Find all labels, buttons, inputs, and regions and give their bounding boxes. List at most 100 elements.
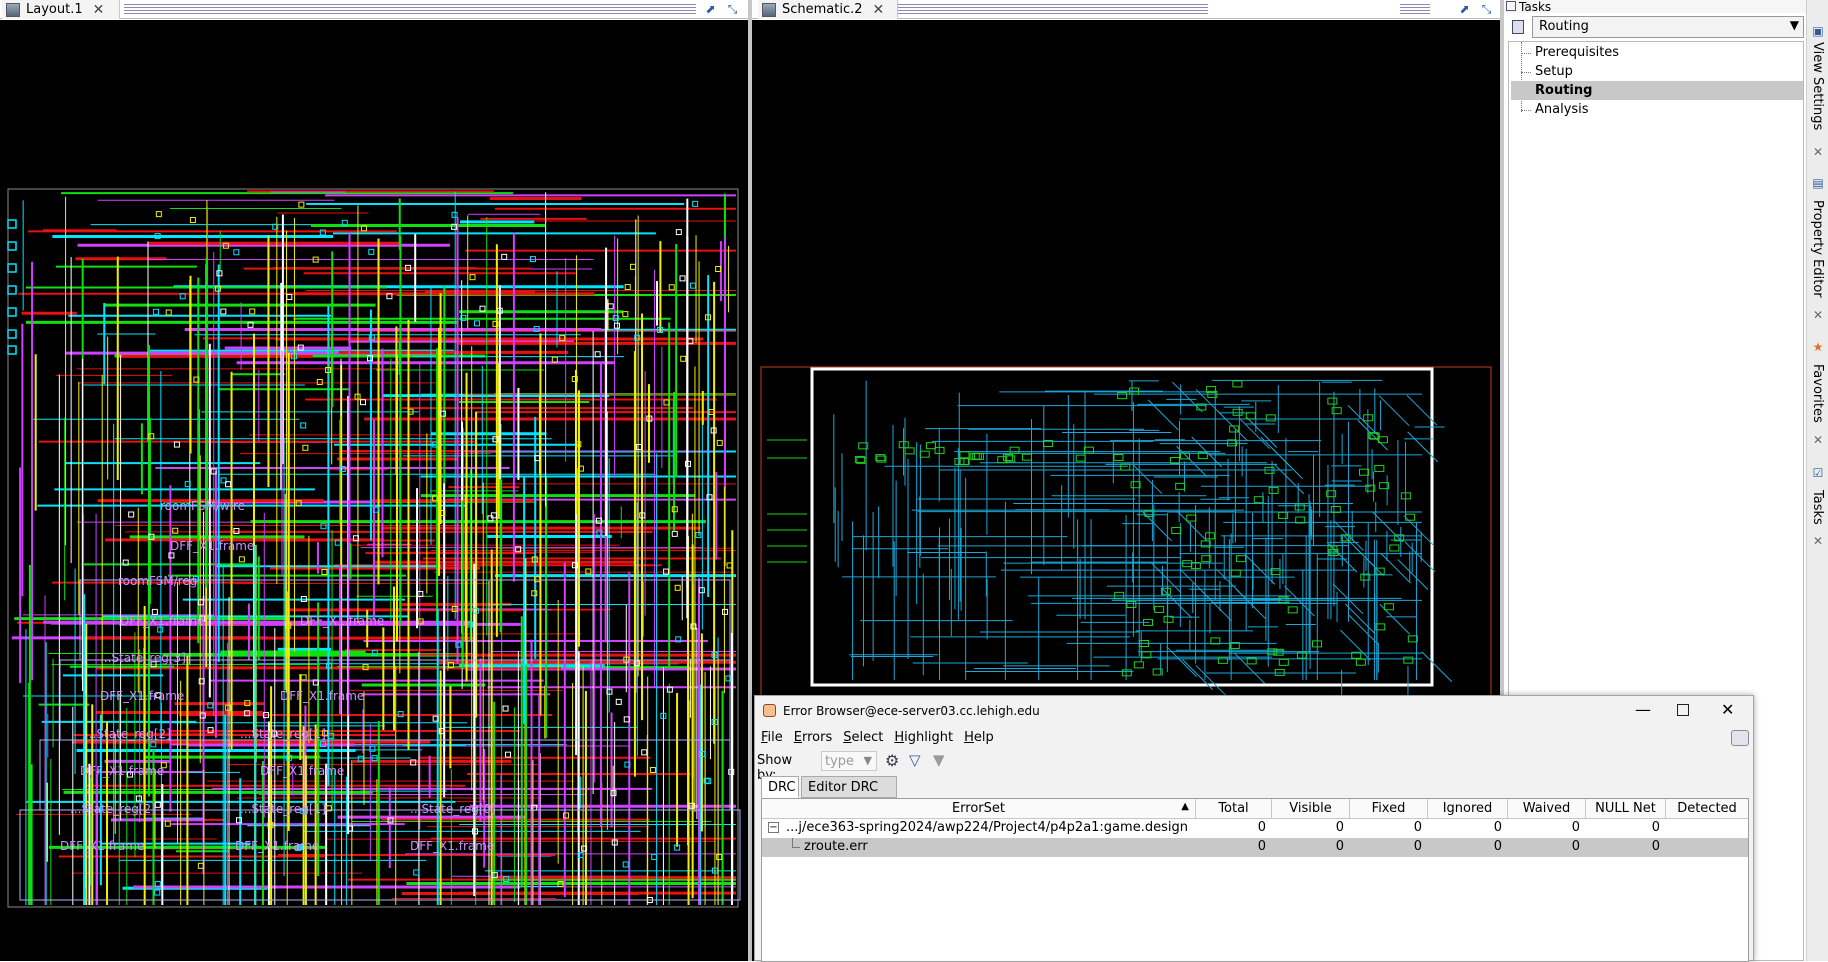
menu-file[interactable]: File — [755, 726, 788, 748]
via — [622, 311, 629, 318]
menu-help[interactable]: Help — [958, 726, 999, 748]
collapse-icon[interactable]: − — [768, 822, 779, 833]
layout-tabbar: Layout.1 ✕ ⬈ ⤡ — [0, 0, 748, 19]
error-browser-titlebar[interactable]: Error Browser@ece-server03.cc.lehigh.edu… — [755, 696, 1753, 726]
undock-icon[interactable]: ⬈ — [1456, 1, 1473, 17]
side-tab-favorites[interactable]: Favorites — [1810, 364, 1825, 423]
net-wire — [1421, 651, 1453, 683]
col-errorset[interactable]: ErrorSet ▲ — [762, 799, 1196, 819]
property-editor-icon[interactable]: ▤ — [1811, 176, 1825, 190]
task-prerequisites[interactable]: Prerequisites — [1533, 45, 1619, 63]
cell-label: DFF_X1.frame — [410, 839, 494, 853]
star-icon[interactable]: ★ — [1811, 340, 1825, 354]
io-pin — [7, 219, 17, 229]
net-wire — [1272, 448, 1303, 479]
maximize-icon[interactable]: ⤡ — [1478, 1, 1495, 17]
via — [298, 201, 305, 208]
col-waived[interactable]: Waived — [1508, 799, 1586, 819]
logic-gate — [1114, 591, 1125, 599]
gear-icon[interactable]: ⚙ — [885, 751, 899, 770]
filter-icon[interactable]: ▽ — [909, 751, 921, 769]
task-routing[interactable]: Routing — [1533, 83, 1592, 101]
close-window-icon[interactable]: ✕ — [1721, 700, 1734, 719]
table-row[interactable]: − ...j/ece363-spring2024/awp224/Project4… — [762, 819, 1748, 838]
logic-gate — [1383, 603, 1394, 611]
tab-layout[interactable]: Layout.1 ✕ — [2, 0, 120, 19]
via — [152, 308, 159, 315]
flow-select-value: Routing — [1539, 19, 1589, 34]
maximize-window-icon[interactable] — [1677, 704, 1689, 716]
col-detected[interactable]: Detected — [1666, 799, 1748, 819]
task-setup[interactable]: Setup — [1533, 64, 1573, 82]
via — [613, 322, 620, 329]
side-tab-view-settings[interactable]: View Settings — [1810, 42, 1825, 130]
close-icon[interactable]: ✕ — [873, 2, 885, 18]
tasks-title: Tasks — [1519, 0, 1552, 14]
via — [321, 569, 328, 576]
net-wire — [1239, 418, 1271, 450]
close-icon[interactable]: ✕ — [93, 2, 105, 18]
logic-gate — [1236, 555, 1247, 563]
net-wire — [1340, 629, 1371, 661]
side-tab-property-editor[interactable]: Property Editor — [1810, 200, 1825, 298]
undock-icon[interactable]: ⬈ — [702, 1, 719, 17]
logic-gate — [1205, 532, 1216, 540]
tasks-icon[interactable]: ☑ — [1811, 466, 1825, 480]
table-row[interactable]: zroute.err 0 0 0 0 0 0 — [762, 838, 1748, 857]
view-settings-icon[interactable]: ▣ — [1811, 24, 1825, 38]
via — [474, 320, 481, 327]
side-tab-tasks[interactable]: Tasks — [1810, 490, 1825, 525]
via — [164, 820, 171, 827]
menu-select[interactable]: Select — [837, 726, 888, 748]
col-ignored[interactable]: Ignored — [1428, 799, 1508, 819]
logic-gate — [1358, 468, 1369, 476]
layout-canvas[interactable]: roomFSM/wire DFF_X1.frame roomFSM/reg DFF_X… — [0, 20, 748, 961]
dropdown-arrow-icon[interactable]: ▼ — [1790, 18, 1799, 32]
logic-gate — [1182, 560, 1193, 568]
cell-label: DFF_X1.frame — [260, 764, 344, 778]
tab-drc[interactable]: DRC — [761, 776, 799, 798]
logic-gate — [1294, 503, 1305, 511]
logic-gate — [1230, 569, 1241, 577]
via — [155, 211, 162, 218]
close-icon[interactable]: ✕ — [1813, 534, 1823, 548]
col-fixed[interactable]: Fixed — [1350, 799, 1428, 819]
via — [622, 861, 629, 868]
task-analysis[interactable]: Analysis — [1533, 102, 1589, 120]
clear-filter-icon[interactable]: ▼ — [933, 751, 945, 769]
cell-label: DFF_X1.frame — [280, 689, 364, 703]
via — [413, 869, 420, 876]
via — [505, 751, 512, 758]
col-total[interactable]: Total — [1196, 799, 1272, 819]
menu-errors[interactable]: Errors — [788, 726, 837, 748]
schematic-icon — [762, 2, 776, 17]
maximize-icon[interactable]: ⤡ — [724, 1, 741, 17]
cell-label: roomFSM/wire — [160, 499, 245, 513]
logic-gate — [1232, 380, 1243, 388]
logic-gate — [1374, 464, 1385, 472]
close-icon[interactable]: ✕ — [1813, 145, 1823, 159]
logic-gate — [1120, 463, 1131, 471]
via — [300, 674, 307, 681]
close-icon[interactable]: ✕ — [1813, 308, 1823, 322]
cell-label: ...State_reg[2] — [70, 802, 156, 816]
via — [607, 303, 614, 310]
tab-schematic[interactable]: Schematic.2 ✕ — [758, 0, 898, 19]
cell-label: ...State_reg[3] — [100, 651, 186, 665]
col-null-net[interactable]: NULL Net — [1586, 799, 1666, 819]
close-icon[interactable]: ✕ — [1813, 433, 1823, 447]
via — [585, 568, 592, 575]
errorset-name: zroute.err — [804, 839, 868, 854]
app-icon — [763, 704, 776, 717]
col-visible[interactable]: Visible — [1272, 799, 1350, 819]
minimize-icon[interactable]: — — [1635, 700, 1651, 719]
logic-gate — [1117, 392, 1128, 400]
show-by-value: type — [825, 754, 855, 769]
panel-options-icon[interactable] — [1731, 730, 1749, 746]
flow-select[interactable]: Routing ▼ — [1532, 16, 1804, 38]
logic-gate — [1268, 486, 1279, 494]
show-by-select[interactable]: type ▼ — [821, 751, 877, 771]
menu-highlight[interactable]: Highlight — [888, 726, 958, 748]
cell-label: ...State_reg[2] — [85, 727, 171, 741]
tab-editor-drc[interactable]: Editor DRC — [801, 776, 897, 798]
